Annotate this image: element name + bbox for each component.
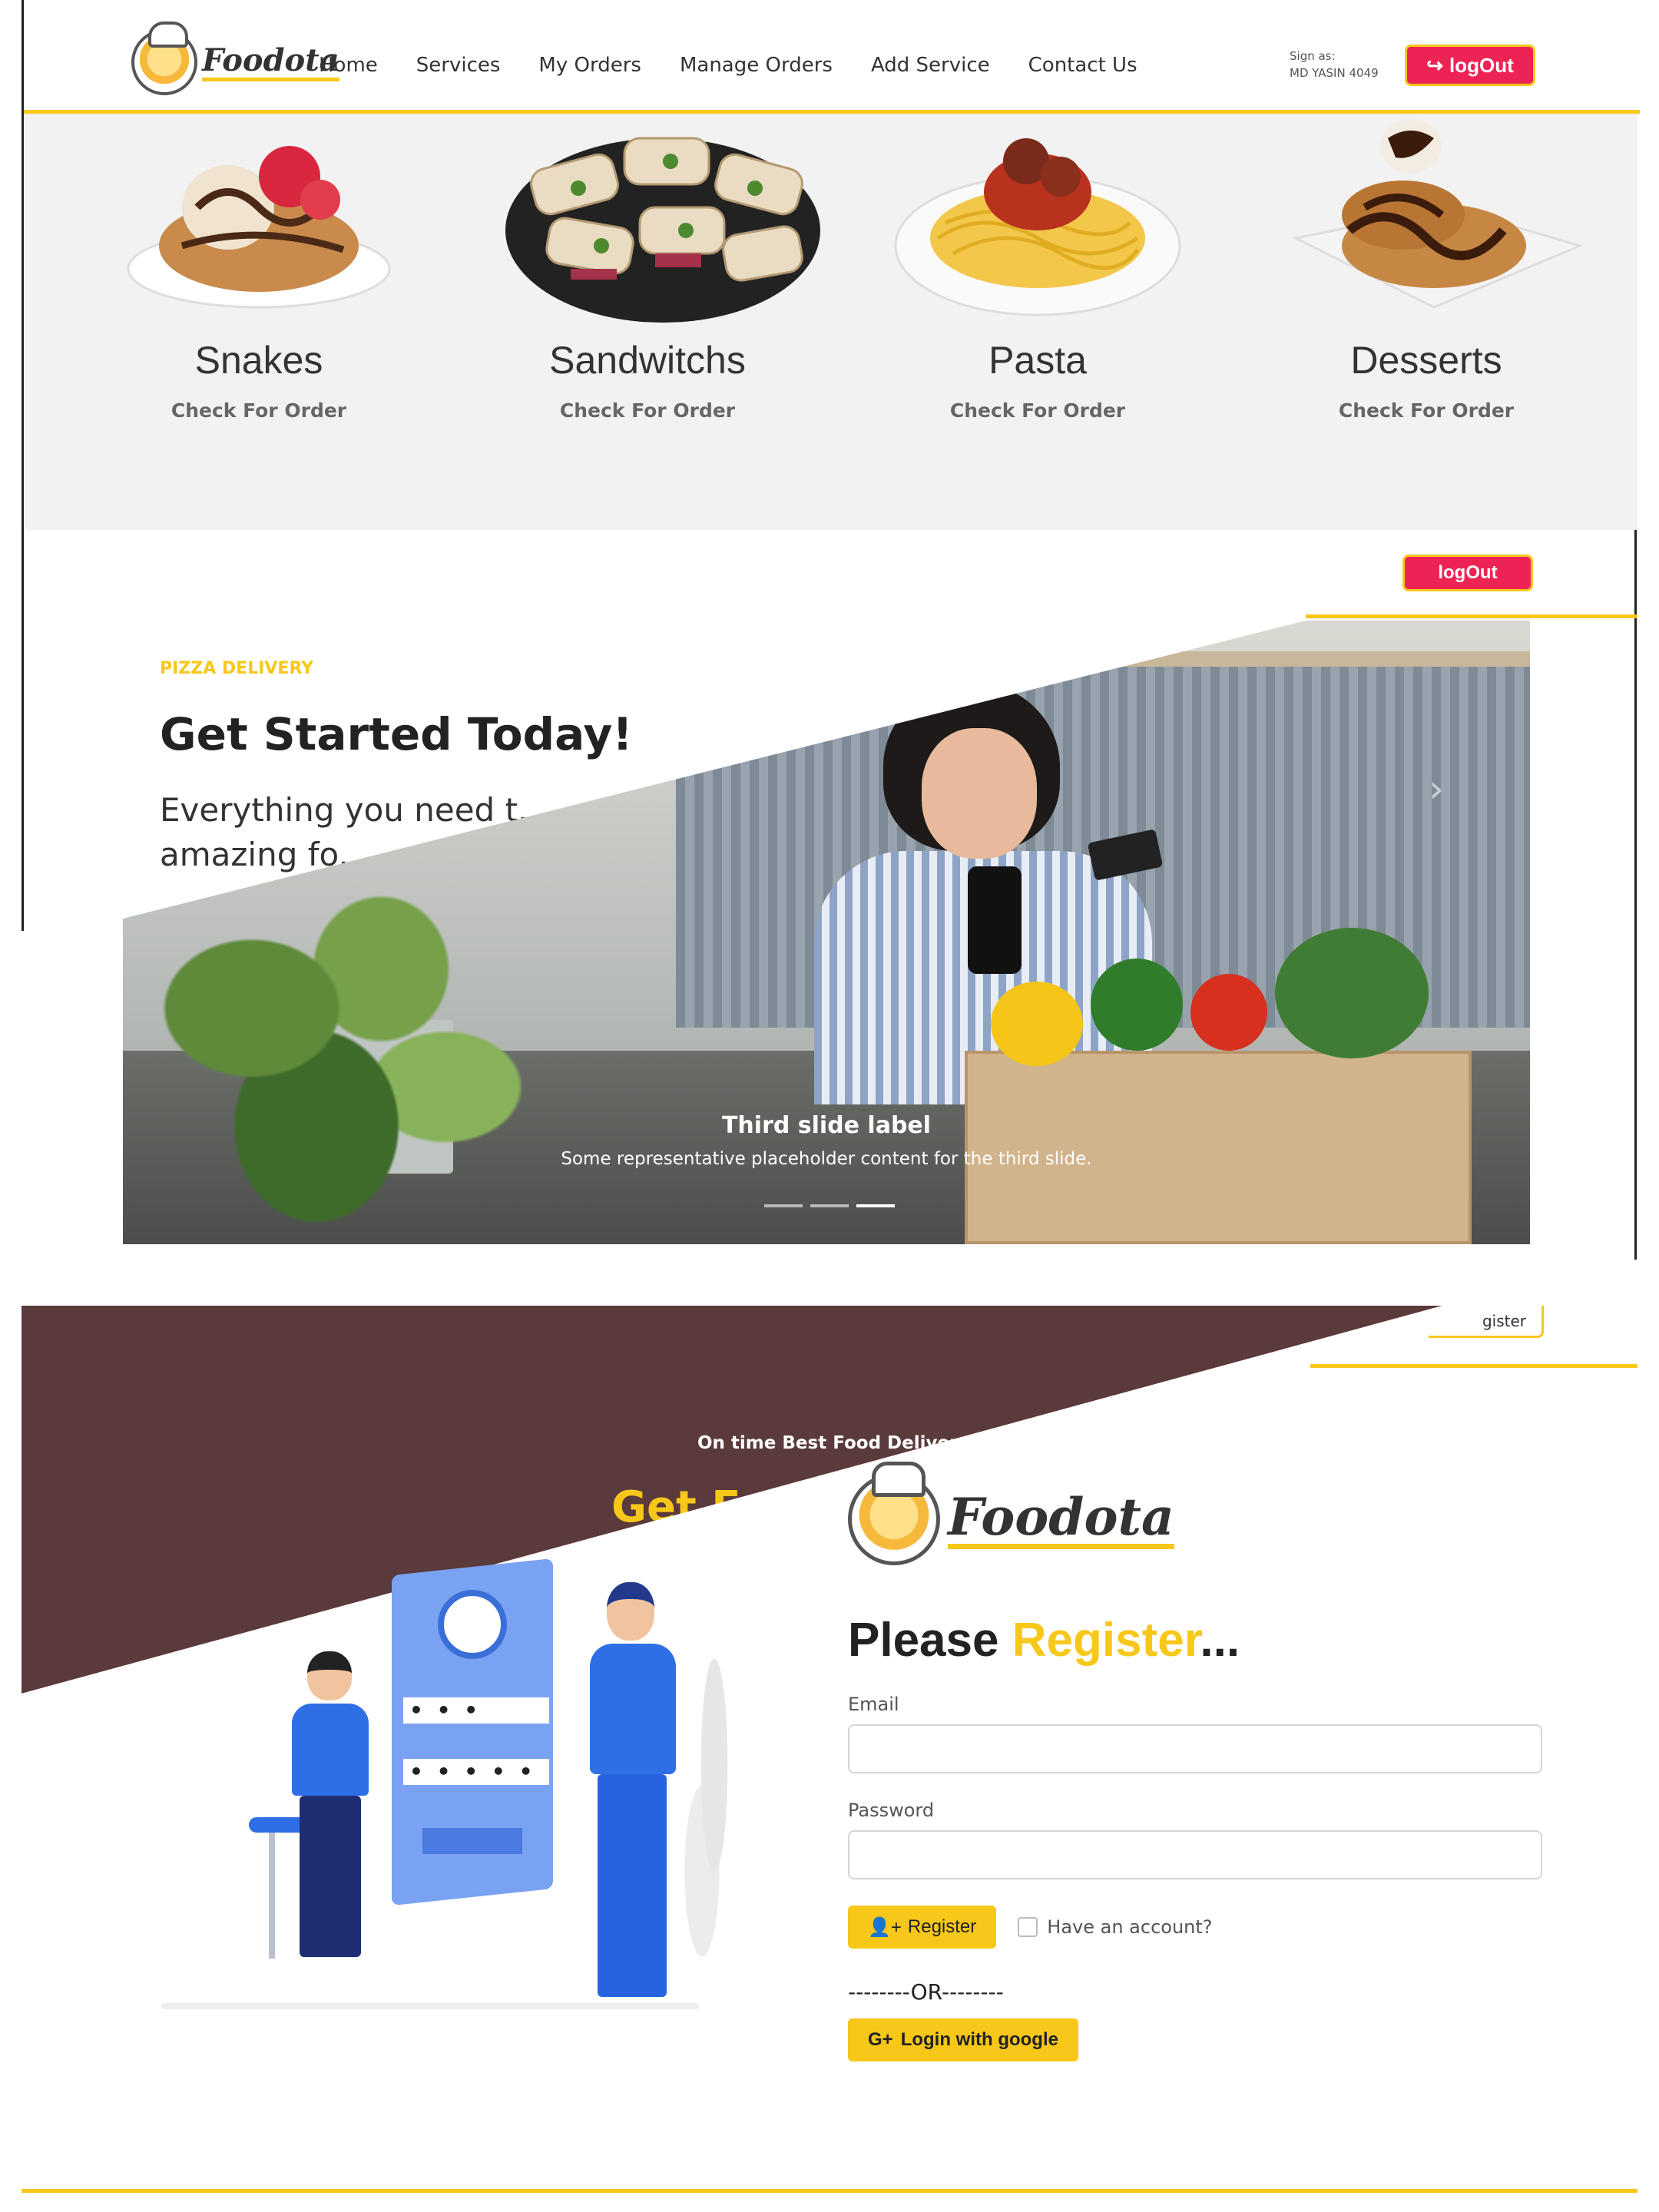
register-actions: 👤+ Register Have an account?: [848, 1906, 1547, 1949]
category-title: Pasta: [988, 339, 1087, 382]
user-plus-icon: 👤+: [868, 1916, 902, 1938]
navbar: Foodota Home Services My Orders Manage O…: [24, 0, 1640, 114]
sign-out-icon: ↪: [1426, 53, 1444, 77]
register-title: Please Register...: [848, 1614, 1240, 1667]
section-divider: [22, 530, 24, 931]
man-illustration: [576, 1582, 699, 2012]
pasta-image: [892, 115, 1184, 323]
logout-button[interactable]: logOut: [1402, 555, 1533, 591]
slide-text: Some representative placeholder content …: [561, 1149, 1092, 1169]
nav-services[interactable]: Services: [416, 54, 501, 77]
tomato: [1190, 974, 1267, 1051]
footer-divider: [22, 2189, 1637, 2193]
logout-label: logOut: [1438, 562, 1498, 583]
section-divider: [1634, 530, 1637, 1260]
have-account-checkbox[interactable]: [1018, 1917, 1038, 1937]
register-nav-button[interactable]: gister: [1429, 1306, 1544, 1338]
category-card-desserts[interactable]: Desserts Check For Order: [1257, 115, 1595, 422]
nav-my-orders[interactable]: My Orders: [538, 54, 641, 77]
register-button[interactable]: 👤+ Register: [848, 1906, 997, 1949]
navbar-underline: [1306, 614, 1637, 618]
broccoli: [1275, 928, 1429, 1058]
logout-label: logOut: [1449, 53, 1514, 77]
nav-add-service[interactable]: Add Service: [871, 54, 990, 77]
carousel-next-icon[interactable]: ›: [1429, 767, 1444, 811]
register-button-label: Register: [907, 1916, 977, 1937]
register-brand-name: Foodota: [948, 1490, 1174, 1549]
register-illustration: • • • • • • • •: [115, 1558, 753, 2028]
have-account-label: Have an account?: [1047, 1916, 1213, 1938]
check-for-order-link[interactable]: Check For Order: [869, 399, 1207, 422]
woman-illustration: [269, 1651, 399, 1997]
logout-button[interactable]: ↪ logOut: [1405, 45, 1535, 86]
category-card-pasta[interactable]: Pasta Check For Order: [869, 115, 1207, 422]
signed-username: MD YASIN 4049: [1290, 66, 1379, 80]
brand-logo[interactable]: Foodota: [131, 22, 339, 95]
carousel-indicator[interactable]: [810, 1204, 849, 1207]
check-for-order-link[interactable]: Check For Order: [1257, 399, 1595, 422]
chef-logo-icon: [131, 22, 197, 95]
desserts-image: [1280, 115, 1584, 323]
email-field[interactable]: [848, 1724, 1542, 1773]
categories-section: Foodota Home Services My Orders Manage O…: [22, 0, 1640, 530]
have-account-toggle[interactable]: Have an account?: [1018, 1916, 1213, 1938]
register-logo: Foodota: [848, 1462, 1547, 1565]
illustration-button: [422, 1828, 522, 1854]
google-login-label: Login with google: [900, 2029, 1058, 2050]
nav-home[interactable]: Home: [319, 54, 378, 77]
slide-title: Third slide label: [721, 1112, 932, 1139]
email-label: Email: [848, 1694, 899, 1715]
google-login-button[interactable]: G+ Login with google: [848, 2018, 1078, 2061]
avatar-illustration: [438, 1590, 507, 1659]
password-field[interactable]: [848, 1830, 1542, 1879]
snakes-image: [113, 115, 405, 323]
category-card-snakes[interactable]: Snakes Check For Order: [90, 115, 428, 422]
google-icon: G+: [868, 2029, 893, 2050]
or-divider: --------OR--------: [848, 1979, 1004, 2005]
carousel-indicator[interactable]: [764, 1204, 803, 1207]
check-for-order-link[interactable]: Check For Order: [478, 399, 816, 422]
carousel-indicator-active[interactable]: [856, 1204, 895, 1207]
hero-kicker: PIZZA DELIVERY: [160, 659, 314, 678]
yellow-pepper: [991, 982, 1083, 1066]
page: Foodota Home Services My Orders Manage O…: [0, 0, 1659, 2212]
grocery-box: [965, 1051, 1472, 1244]
nav-manage-orders[interactable]: Manage Orders: [680, 54, 833, 77]
password-label: Password: [848, 1800, 935, 1821]
signed-in-user: Sign as: MD YASIN 4049: [1290, 48, 1379, 81]
green-pepper: [1091, 959, 1183, 1051]
signed-label: Sign as:: [1290, 49, 1336, 63]
check-for-order-link[interactable]: Check For Order: [90, 399, 428, 422]
sandwitchs-image: [502, 115, 820, 323]
nav-contact-us[interactable]: Contact Us: [1028, 54, 1137, 77]
main-menu: Home Services My Orders Manage Orders Ad…: [319, 54, 1137, 77]
hero-heading: Get Started Today!: [160, 708, 633, 760]
category-title: Snakes: [194, 339, 323, 382]
carousel-indicators: [764, 1204, 895, 1207]
category-title: Desserts: [1350, 339, 1502, 382]
category-card-sandwitchs[interactable]: Sandwitchs Check For Order: [478, 115, 820, 422]
navbar-underline: [1310, 1364, 1637, 1368]
register-form: Foodota Please Register... Email Passwor…: [848, 1462, 1547, 2061]
illustration-field: • • •: [403, 1697, 549, 1724]
illustration-field: • • • • •: [403, 1759, 549, 1785]
category-title: Sandwitchs: [549, 339, 746, 382]
plant-image: [123, 851, 553, 1244]
chef-logo-icon: [848, 1462, 940, 1565]
